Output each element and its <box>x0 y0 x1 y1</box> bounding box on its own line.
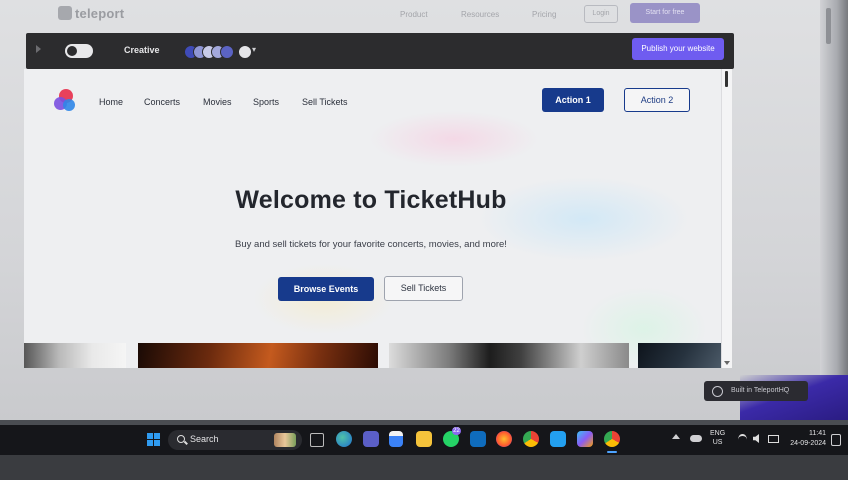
scroll-down-icon[interactable] <box>724 361 730 365</box>
firefox-icon[interactable] <box>496 431 512 447</box>
chevron-down-icon[interactable]: ▾ <box>252 45 256 54</box>
built-in-teleporthq-badge[interactable]: Built in TeleportHQ <box>704 381 808 401</box>
bg-login-button[interactable]: Login <box>584 5 618 23</box>
sell-tickets-button[interactable]: Sell Tickets <box>384 276 463 301</box>
nav-sell-tickets[interactable]: Sell Tickets <box>302 97 348 107</box>
theme-toggle[interactable] <box>65 44 93 58</box>
teleport-logo-icon <box>58 6 72 20</box>
site-preview: Home Concerts Movies Sports Sell Tickets… <box>24 69 732 368</box>
task-view-icon[interactable] <box>310 433 324 447</box>
nav-movies[interactable]: Movies <box>203 97 232 107</box>
bg-nav-pricing[interactable]: Pricing <box>532 10 556 19</box>
chrome-icon[interactable] <box>523 431 539 447</box>
teams-icon[interactable] <box>363 431 379 447</box>
preview-scrollbar[interactable] <box>721 69 732 368</box>
taskbar-search[interactable]: Search <box>168 430 302 450</box>
window-right-edge <box>820 0 848 420</box>
monitor-bezel <box>0 455 848 480</box>
bg-start-button[interactable]: Start for free <box>630 3 700 23</box>
event-image[interactable] <box>138 343 378 368</box>
tray-overflow-icon[interactable] <box>672 434 680 439</box>
system-clock[interactable]: 11:41 24-09-2024 <box>786 429 826 449</box>
action-2-button[interactable]: Action 2 <box>624 88 690 112</box>
edge-icon[interactable] <box>336 431 352 447</box>
nav-home[interactable]: Home <box>99 97 123 107</box>
scrollbar-thumb[interactable] <box>725 71 728 87</box>
wifi-icon[interactable] <box>738 434 747 445</box>
event-gallery <box>24 343 728 368</box>
toggle-knob <box>67 46 77 56</box>
copilot-icon[interactable] <box>577 431 593 447</box>
teleport-logo: teleport <box>58 6 124 21</box>
avatar <box>220 45 234 59</box>
expand-arrow-icon[interactable] <box>36 45 41 53</box>
collaborator-avatars[interactable]: ▾ <box>184 45 256 59</box>
publish-button[interactable]: Publish your website <box>632 38 724 60</box>
active-app-indicator <box>607 451 617 453</box>
start-button[interactable] <box>147 433 160 446</box>
file-explorer-icon[interactable] <box>416 431 432 447</box>
windows-taskbar: Search 22 ENG US 11:41 24-09-2024 <box>0 425 848 455</box>
language-indicator[interactable]: ENG US <box>710 429 725 447</box>
bg-nav-product[interactable]: Product <box>400 10 428 19</box>
outlook-icon[interactable] <box>470 431 486 447</box>
editor-toolbar: Creative ▾ Publish your website <box>26 33 734 69</box>
search-highlight-icon <box>274 433 296 447</box>
battery-icon[interactable] <box>768 435 779 443</box>
background-navbar: teleport Product Resources Pricing Login… <box>0 0 848 30</box>
event-image[interactable] <box>638 343 728 368</box>
nav-concerts[interactable]: Concerts <box>144 97 180 107</box>
notification-badge: 22 <box>452 427 461 435</box>
volume-icon[interactable] <box>753 434 759 443</box>
vscode-icon[interactable] <box>550 431 566 447</box>
search-icon <box>177 435 185 443</box>
browse-events-button[interactable]: Browse Events <box>278 277 374 301</box>
nav-sports[interactable]: Sports <box>253 97 279 107</box>
chrome-profile-icon[interactable] <box>604 431 620 447</box>
notification-center-icon[interactable] <box>831 434 841 446</box>
event-image[interactable] <box>389 343 629 368</box>
action-1-button[interactable]: Action 1 <box>542 88 604 112</box>
teleport-badge-icon <box>712 386 723 397</box>
tickethub-logo-icon[interactable] <box>54 89 78 113</box>
event-image[interactable] <box>24 343 126 368</box>
scrollbar[interactable] <box>826 8 831 44</box>
hero-title: Welcome to TicketHub <box>235 186 507 214</box>
bg-nav-resources[interactable]: Resources <box>461 10 499 19</box>
onedrive-icon[interactable] <box>690 435 702 442</box>
store-icon[interactable] <box>389 431 403 447</box>
mode-label: Creative <box>124 45 160 55</box>
avatar <box>238 45 252 59</box>
hero-subtitle: Buy and sell tickets for your favorite c… <box>235 239 507 250</box>
